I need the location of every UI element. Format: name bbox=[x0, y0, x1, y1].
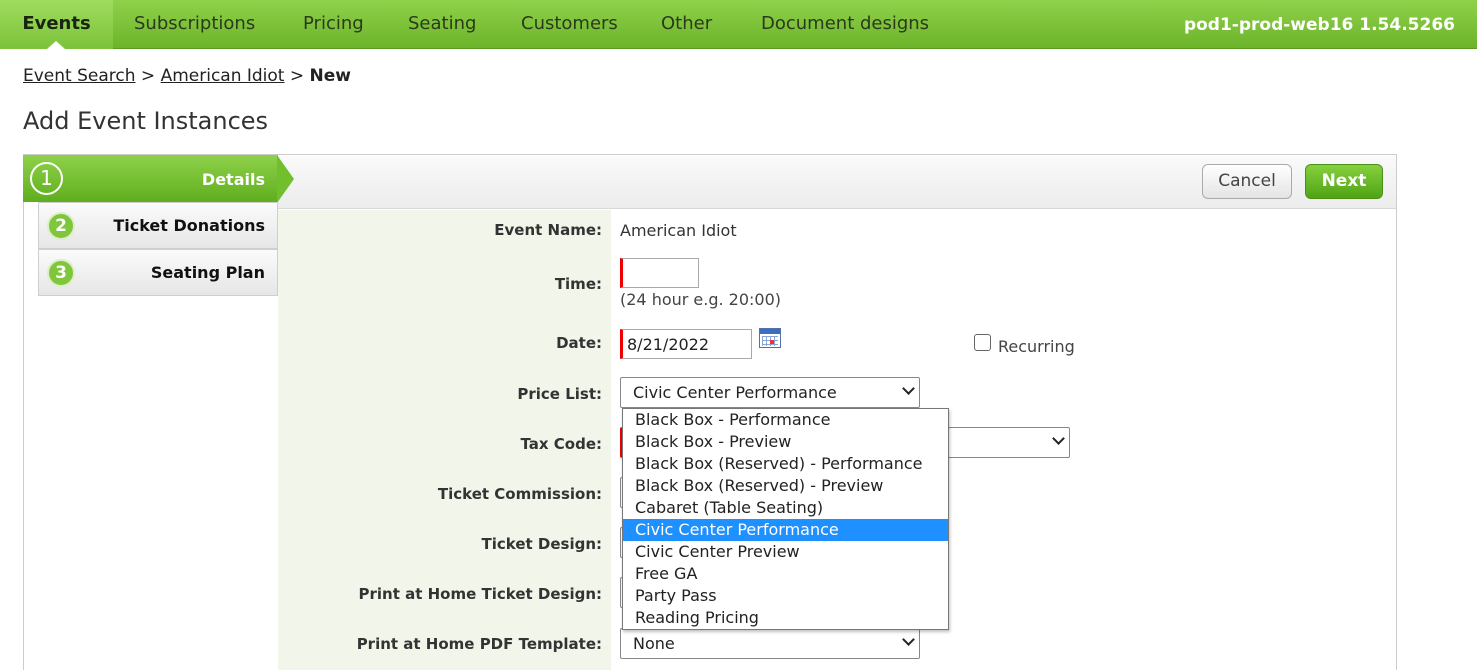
step-label-seating-plan: Seating Plan bbox=[150, 263, 265, 282]
dropdown-option[interactable]: Reading Pricing bbox=[623, 607, 948, 629]
breadcrumb-event[interactable]: American Idiot bbox=[161, 66, 285, 86]
step-label-details: Details bbox=[201, 170, 265, 189]
step-number-2: 2 bbox=[47, 212, 75, 240]
dropdown-option-selected[interactable]: Civic Center Performance bbox=[623, 519, 948, 541]
ticket-design-label: Ticket Design: bbox=[481, 535, 602, 553]
breadcrumb: Event Search > American Idiot > New bbox=[23, 66, 351, 86]
breadcrumb-current: New bbox=[309, 66, 352, 86]
chevron-down-icon bbox=[902, 382, 915, 395]
price-list-selected-value: Civic Center Performance bbox=[633, 383, 837, 402]
event-name-label: Event Name: bbox=[494, 221, 602, 239]
step-arrow bbox=[277, 155, 294, 203]
time-input[interactable] bbox=[620, 258, 699, 288]
date-label: Date: bbox=[556, 334, 602, 352]
active-nav-caret bbox=[47, 41, 65, 49]
calendar-icon[interactable] bbox=[759, 328, 781, 348]
nav-customers[interactable]: Customers bbox=[521, 0, 618, 49]
next-button[interactable]: Next bbox=[1305, 164, 1383, 199]
breadcrumb-separator: > bbox=[289, 66, 305, 86]
dropdown-option[interactable]: Black Box (Reserved) - Performance bbox=[623, 453, 948, 475]
chevron-down-icon bbox=[1052, 432, 1065, 445]
nav-document-designs[interactable]: Document designs bbox=[761, 0, 929, 49]
dropdown-option[interactable]: Black Box (Reserved) - Preview bbox=[623, 475, 948, 497]
event-name-value: American Idiot bbox=[620, 221, 737, 240]
top-nav: Events Subscriptions Pricing Seating Cus… bbox=[0, 0, 1477, 49]
dropdown-option[interactable]: Black Box - Performance bbox=[623, 409, 948, 431]
price-list-dropdown: Black Box - Performance Black Box - Prev… bbox=[622, 408, 949, 630]
dropdown-option[interactable]: Cabaret (Table Seating) bbox=[623, 497, 948, 519]
page-title: Add Event Instances bbox=[23, 107, 269, 135]
step-seating-plan[interactable]: 3 Seating Plan bbox=[38, 249, 278, 296]
date-input[interactable] bbox=[620, 329, 752, 359]
step-number-1: 1 bbox=[30, 162, 63, 195]
cancel-button[interactable]: Cancel bbox=[1202, 164, 1292, 199]
print-home-pdf-select[interactable]: None bbox=[620, 628, 920, 659]
breadcrumb-event-search[interactable]: Event Search bbox=[23, 66, 136, 86]
print-home-design-label: Print at Home Ticket Design: bbox=[358, 585, 602, 603]
breadcrumb-separator: > bbox=[140, 66, 156, 86]
step-ticket-donations[interactable]: 2 Ticket Donations bbox=[38, 202, 278, 249]
chevron-down-icon bbox=[902, 633, 915, 646]
recurring-label[interactable]: Recurring bbox=[998, 337, 1075, 356]
price-list-label: Price List: bbox=[517, 385, 602, 403]
nav-pricing[interactable]: Pricing bbox=[303, 0, 364, 49]
time-hint: (24 hour e.g. 20:00) bbox=[620, 290, 782, 309]
ticket-commission-label: Ticket Commission: bbox=[437, 485, 602, 503]
tax-code-label: Tax Code: bbox=[520, 435, 602, 453]
time-label: Time: bbox=[554, 275, 602, 293]
server-version: pod1-prod-web16 1.54.5266 bbox=[1183, 15, 1455, 35]
price-list-select[interactable]: Civic Center Performance bbox=[620, 377, 920, 408]
nav-other[interactable]: Other bbox=[661, 0, 712, 49]
recurring-checkbox[interactable] bbox=[974, 334, 991, 351]
dropdown-option[interactable]: Party Pass bbox=[623, 585, 948, 607]
dropdown-option[interactable]: Civic Center Preview bbox=[623, 541, 948, 563]
step-label-ticket-donations: Ticket Donations bbox=[113, 216, 265, 235]
nav-subscriptions[interactable]: Subscriptions bbox=[134, 0, 255, 49]
print-home-pdf-value: None bbox=[633, 634, 675, 653]
dropdown-option[interactable]: Free GA bbox=[623, 563, 948, 585]
step-number-3: 3 bbox=[47, 259, 75, 287]
nav-seating[interactable]: Seating bbox=[408, 0, 476, 49]
print-home-pdf-label: Print at Home PDF Template: bbox=[356, 635, 602, 653]
dropdown-option[interactable]: Black Box - Preview bbox=[623, 431, 948, 453]
